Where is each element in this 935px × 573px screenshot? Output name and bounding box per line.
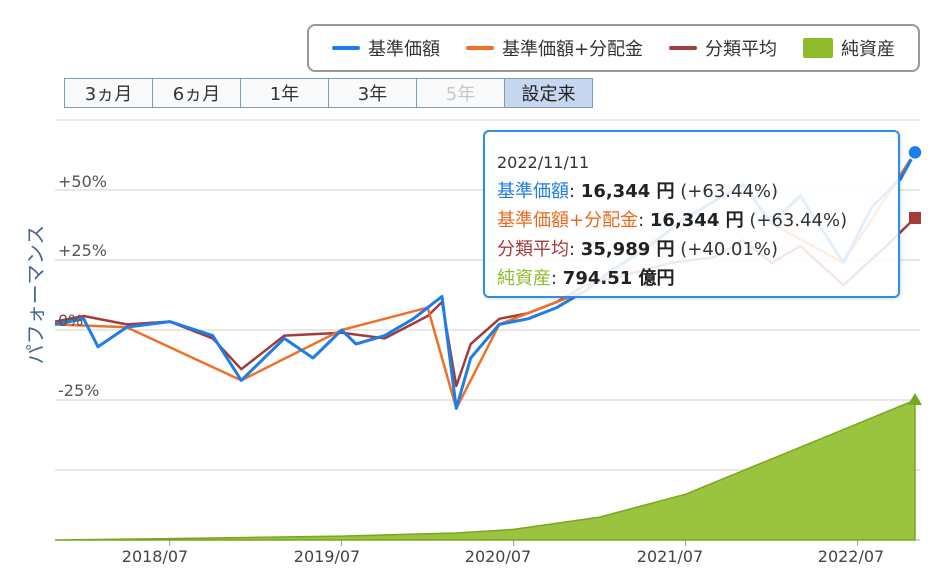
tooltip-series-name: 基準価額+分配金 [497,210,639,231]
tooltip-value: 16,344 円 [649,210,744,231]
tooltip-row-net-assets: 純資産: 794.51 億円 [497,268,675,289]
net-assets-end-marker [907,393,922,405]
x-tick-label: 2019/07 [293,547,361,566]
legend-swatch [802,38,833,58]
data-tooltip: 2022/11/11 基準価額: 16,344 円 (+63.44%) 基準価額… [483,130,900,298]
legend-item-nav[interactable]: 基準価額 [331,35,440,61]
legend-label: 基準価額+分配金 [501,39,644,60]
tooltip-series-name: 分類平均 [497,239,569,260]
tooltip-value: 794.51 億円 [562,268,675,289]
tooltip-date: 2022/11/11 [497,153,590,172]
legend-label: 純資産 [840,39,895,60]
chart-legend: 基準価額 基準価額+分配金 分類平均 純資産 [307,24,920,72]
tooltip-row-nav-dividends: 基準価額+分配金: 16,344 円 (+63.44%) [497,210,848,231]
legend-item-category-average[interactable]: 分類平均 [669,35,777,61]
x-tick-label: 2021/07 [636,547,704,566]
tooltip-change: (+40.01%) [680,239,779,260]
x-tick-label: 2020/07 [464,547,532,566]
tooltip-row-category-average: 分類平均: 35,989 円 (+40.01%) [497,239,779,260]
y-axis-title: パフォーマンス [23,224,48,365]
range-1y-button[interactable]: 1年 [240,78,329,108]
y-tick-label: -25% [58,381,100,400]
legend-label: 分類平均 [705,39,778,60]
legend-swatch [465,46,494,50]
tooltip-value: 35,989 円 [580,239,675,260]
tooltip-series-name: 基準価額 [497,181,569,202]
tooltip-series-name: 純資産 [497,268,551,289]
x-tick-label: 2022/07 [817,547,885,566]
tooltip-row-nav: 基準価額: 16,344 円 (+63.44%) [497,181,779,202]
tooltip-change: (+63.44%) [680,181,779,202]
y-tick-label: 0% [58,311,84,330]
nav-end-marker [907,144,923,161]
legend-item-net-assets[interactable]: 純資産 [802,35,895,61]
range-3m-button[interactable]: 3ヵ月 [64,78,153,108]
legend-swatch [331,46,360,50]
range-5y-button: 5年 [416,78,505,108]
legend-swatch [669,46,698,50]
range-since-inception-button[interactable]: 設定来 [504,78,593,108]
x-tick-label: 2018/07 [121,547,189,566]
legend-item-nav-dividends[interactable]: 基準価額+分配金 [465,35,644,61]
y-tick-label: +50% [58,172,107,191]
legend-label: 基準価額 [367,39,440,60]
y-tick-label: +25% [58,241,107,260]
category-average-end-marker [908,211,921,224]
range-selector: 3ヵ月 6ヵ月 1年 3年 5年 設定来 [64,78,593,108]
range-6m-button[interactable]: 6ヵ月 [152,78,241,108]
tooltip-value: 16,344 円 [580,181,675,202]
tooltip-change: (+63.44%) [749,210,848,231]
range-3y-button[interactable]: 3年 [328,78,417,108]
series-end-markers [907,144,923,405]
